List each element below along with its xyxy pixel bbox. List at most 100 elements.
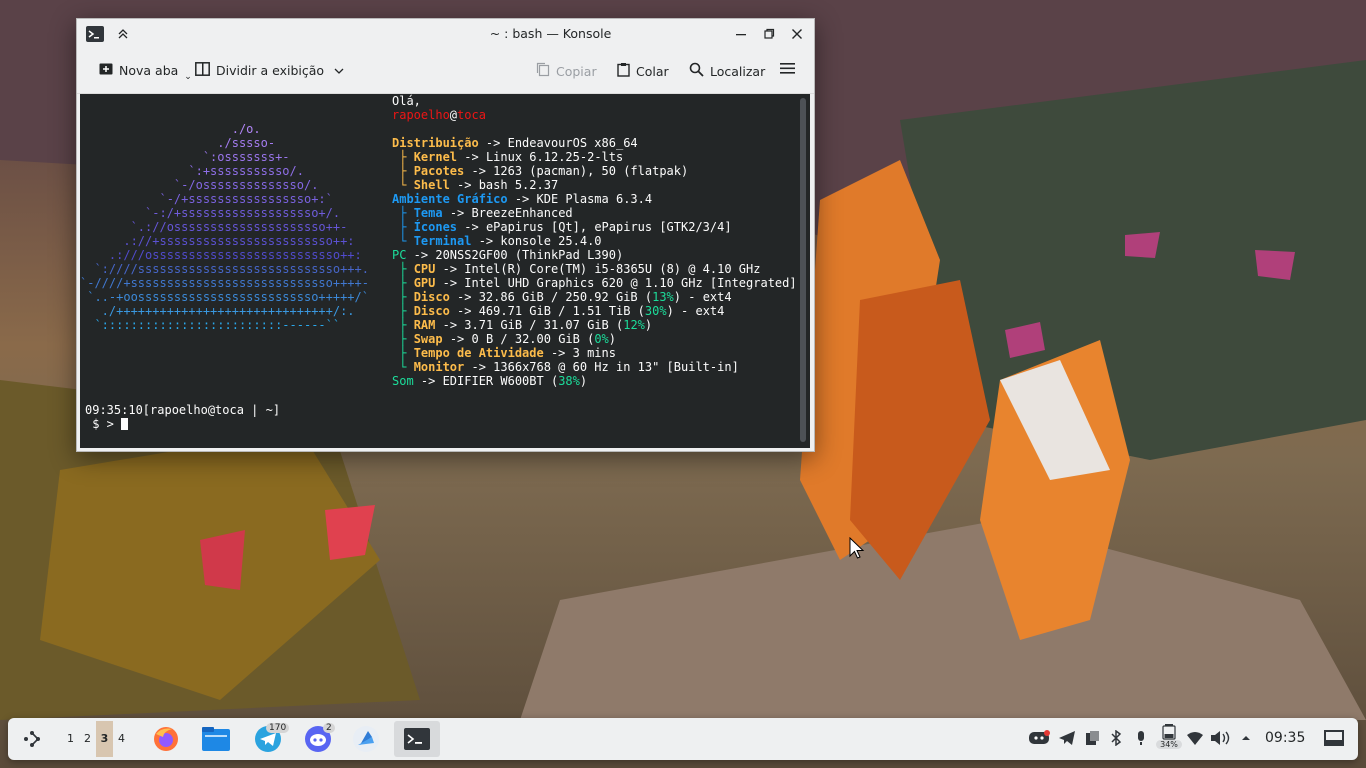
new-tab-label: Nova aba — [119, 63, 179, 78]
mouse-pointer-icon — [849, 537, 865, 559]
split-view-button[interactable]: Dividir a exibição — [195, 62, 344, 79]
logo-line: `:::::::::::::::::::::::::------`` — [80, 318, 341, 332]
info-line: Ambiente Gráfico -> KDE Plasma 6.3.4 — [392, 192, 653, 206]
info-line — [392, 122, 797, 136]
minimize-button[interactable] — [731, 24, 751, 44]
title-bar[interactable]: ~ : bash — Konsole — [77, 19, 814, 49]
konsole-task[interactable] — [394, 721, 440, 757]
copy-icon — [536, 62, 550, 80]
digital-clock[interactable]: 09:35 — [1265, 730, 1305, 746]
file-manager-task[interactable] — [198, 721, 234, 757]
prompt-line-2: $ > — [85, 417, 122, 431]
battery-percent: 34% — [1156, 740, 1182, 749]
logo-line: .://+ssssssssssssssssssssssso++: — [80, 234, 355, 248]
maximize-button[interactable] — [759, 24, 779, 44]
info-line: ├ Disco -> 32.86 GiB / 250.92 GiB (13%) … — [392, 290, 732, 304]
find-button[interactable]: Localizar — [689, 62, 765, 80]
close-button[interactable] — [787, 24, 807, 44]
info-line: └ Shell -> bash 5.2.37 — [392, 178, 559, 192]
folder-icon — [202, 727, 230, 751]
copy-button[interactable]: Copiar — [536, 62, 597, 80]
application-launcher-button[interactable] — [18, 721, 46, 757]
hamburger-menu-button[interactable] — [780, 62, 795, 78]
paste-label: Colar — [636, 63, 669, 79]
volume-icon[interactable] — [1210, 730, 1232, 750]
show-hidden-icons-arrow[interactable] — [1240, 730, 1252, 748]
terminal-icon — [404, 728, 430, 750]
bluetooth-icon[interactable] — [1110, 729, 1122, 750]
info-line: └ Monitor -> 1366x768 @ 60 Hz in 13" [Bu… — [392, 360, 739, 374]
desktop-3[interactable]: 3 — [96, 721, 113, 757]
endeavouros-ascii-logo: ./o. ./sssso- `:osssssss+- `:+ssssssssss… — [80, 122, 380, 332]
logo-line: `:////ssssssssssssssssssssssssssso+++. — [80, 262, 369, 276]
chevron-down-icon[interactable] — [334, 63, 344, 78]
text-cursor — [121, 418, 129, 430]
terminal-area[interactable]: ./o. ./sssso- `:osssssss+- `:+ssssssssss… — [80, 94, 810, 448]
logo-line: .:///ossssssssssssssssssssssssso++: — [80, 248, 362, 262]
fastfetch-output: Olá, rapoelho@toca Distribuição -> Endeav… — [392, 94, 797, 388]
logo-line: `:+sssssssssso/. — [80, 164, 304, 178]
logo-line: `-/+sssssssssssssssso+:` — [80, 192, 333, 206]
info-line: Som -> EDIFIER W600BT (38%) — [392, 374, 588, 388]
info-line: ├ Pacotes -> 1263 (pacman), 50 (flatpak) — [392, 164, 689, 178]
terminal-scrollbar[interactable] — [800, 98, 806, 442]
info-line: ├ CPU -> Intel(R) Core(TM) i5-8365U (8) … — [392, 262, 761, 276]
clipboard-tray-icon[interactable] — [1084, 730, 1100, 750]
split-view-label: Dividir a exibição — [216, 63, 325, 78]
logo-line: `.://osssssssssssssssssssso++- — [80, 220, 348, 234]
window-title: ~ : bash — Konsole — [489, 26, 612, 41]
info-line: ├ RAM -> 3.71 GiB / 31.07 GiB (12%) — [392, 318, 653, 332]
prompt-line-1: 09:35:10[rapoelho@toca | ~] — [85, 403, 281, 417]
wifi-icon[interactable] — [1186, 730, 1204, 750]
telegram-tray-icon[interactable] — [1058, 730, 1076, 750]
shell-prompt: 09:35:10[rapoelho@toca | ~] $ > — [85, 403, 280, 431]
copy-label: Copiar — [556, 63, 597, 79]
logo-line: `-:/+sssssssssssssssssso+/. — [80, 206, 341, 220]
new-tab-icon — [99, 62, 113, 79]
discord-badge: 2 — [323, 723, 335, 733]
find-label: Localizar — [710, 63, 766, 79]
toolbar: Nova aba ⌄ Dividir a exibição Copiar Col… — [77, 49, 814, 94]
menu-icon — [780, 62, 795, 78]
paste-button[interactable]: Colar — [617, 62, 669, 80]
logo-line: `-////+ssssssssssssssssssssssssssso++++- — [80, 276, 369, 290]
info-line: ├ Kernel -> Linux 6.12.25-2-lts — [392, 150, 624, 164]
info-line: Distribuição -> EndeavourOS x86_64 — [392, 136, 638, 150]
info-line: ├ Swap -> 0 B / 32.00 GiB (0%) — [392, 332, 616, 346]
desktop-2[interactable]: 2 — [79, 721, 96, 757]
logo-line: `:osssssss+- — [80, 150, 290, 164]
info-line: ├ Disco -> 469.71 GiB / 1.51 TiB (30%) -… — [392, 304, 725, 318]
endeavouros-welcome-task[interactable] — [348, 721, 384, 757]
launcher-icon — [24, 731, 40, 747]
info-line: rapoelho@toca — [392, 108, 486, 122]
info-line: Olá, — [392, 94, 421, 108]
split-view-icon — [195, 62, 210, 79]
paste-icon — [617, 62, 630, 80]
endeavouros-icon — [353, 726, 379, 752]
chevron-down-icon[interactable]: ⌄ — [184, 72, 192, 82]
logo-line: ./o. — [80, 122, 261, 136]
search-icon — [689, 62, 704, 80]
firefox-task[interactable] — [148, 721, 184, 757]
info-line: ├ Tempo de Atividade -> 3 mins — [392, 346, 616, 360]
firefox-icon — [154, 727, 178, 751]
info-line: ├ GPU -> Intel UHD Graphics 620 @ 1.10 G… — [392, 276, 797, 290]
telegram-badge: 170 — [266, 723, 290, 733]
taskbar: 1 2 3 4 170 2 34% 09:35 — [8, 718, 1358, 760]
logo-line: ./sssso- — [80, 136, 276, 150]
telegram-task[interactable]: 170 — [248, 721, 290, 757]
logo-line: `-/ossssssssssssso/. — [80, 178, 319, 192]
battery-icon[interactable]: 34% — [1156, 724, 1182, 749]
discord-task[interactable]: 2 — [300, 721, 336, 757]
logo-line: ./++++++++++++++++++++++++++++++/:. — [80, 304, 355, 318]
desktop-4[interactable]: 4 — [113, 721, 130, 757]
logo-line: `..-+oosssssssssssssssssssssssso+++++/` — [80, 290, 369, 304]
info-line: ├ Tema -> BreezeEnhanced — [392, 206, 573, 220]
virtual-desktop-pager: 1 2 3 4 — [62, 718, 130, 760]
show-desktop-icon[interactable] — [1324, 730, 1344, 750]
microphone-icon[interactable] — [1136, 730, 1146, 750]
new-tab-button[interactable]: Nova aba ⌄ — [99, 62, 192, 82]
info-line: PC -> 20NSS2GF00 (ThinkPad L390) — [392, 248, 624, 262]
desktop-1[interactable]: 1 — [62, 721, 79, 757]
discord-tray-icon[interactable] — [1028, 730, 1050, 750]
